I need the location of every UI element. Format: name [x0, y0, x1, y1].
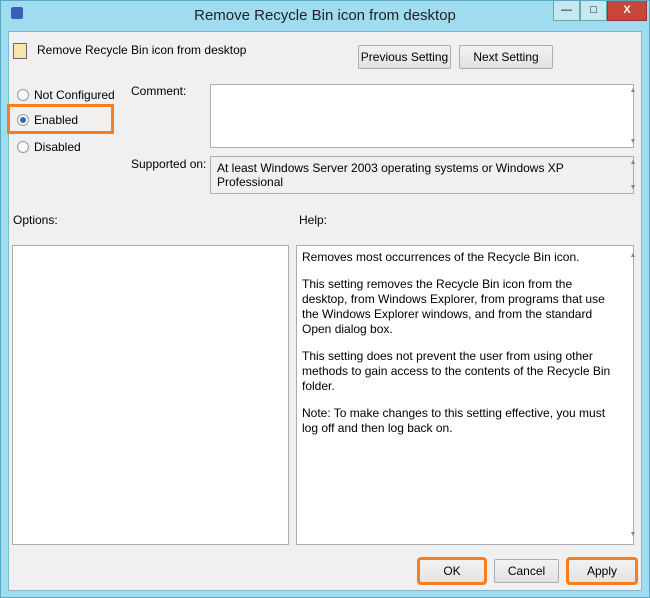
help-paragraph: Removes most occurrences of the Recycle … — [302, 250, 580, 264]
help-label: Help: — [299, 213, 328, 227]
next-setting-button[interactable]: Next Setting — [459, 45, 553, 69]
help-paragraph: This setting does not prevent the user f… — [302, 349, 611, 393]
setting-name: Remove Recycle Bin icon from desktop — [37, 43, 247, 57]
cancel-button[interactable]: Cancel — [494, 559, 559, 583]
options-label: Options: — [13, 213, 58, 227]
scroll-down-icon[interactable]: ▼ — [628, 527, 638, 542]
supported-on-value: At least Windows Server 2003 operating s… — [217, 161, 564, 189]
help-scrollbar[interactable]: ▲ ▼ — [623, 246, 637, 544]
radio-label: Not Configured — [34, 88, 115, 102]
ok-button[interactable]: OK — [417, 557, 487, 585]
supported-scrollbar[interactable]: ▲ ▼ — [623, 157, 637, 193]
radio-label: Disabled — [34, 140, 81, 154]
scroll-up-icon[interactable]: ▲ — [628, 159, 638, 166]
options-panel — [12, 245, 289, 545]
help-paragraph: This setting removes the Recycle Bin ico… — [302, 277, 605, 336]
comment-textarea[interactable]: ▲ ▼ — [210, 84, 637, 148]
radio-label: Enabled — [34, 113, 79, 127]
comment-scrollbar[interactable]: ▲ ▼ — [623, 85, 637, 147]
radio-disabled[interactable]: Disabled — [17, 140, 81, 154]
radio-circle[interactable] — [17, 89, 29, 101]
scroll-up-icon[interactable]: ▲ — [628, 248, 638, 263]
minimize-button[interactable]: — — [553, 1, 580, 21]
comment-label: Comment: — [131, 84, 187, 98]
radio-enabled[interactable]: Enabled — [17, 113, 78, 127]
radio-not-configured[interactable]: Not Configured — [17, 88, 115, 102]
scroll-up-icon[interactable]: ▲ — [628, 87, 638, 94]
close-button[interactable]: X — [607, 1, 647, 21]
dialog-body: Remove Recycle Bin icon from desktop Pre… — [7, 31, 642, 591]
help-paragraph: Note: To make changes to this setting ef… — [302, 406, 606, 435]
window-title: Remove Recycle Bin icon from desktop — [194, 7, 456, 24]
help-panel: Removes most occurrences of the Recycle … — [296, 245, 637, 545]
apply-button[interactable]: Apply — [566, 557, 638, 585]
radio-circle[interactable] — [17, 114, 29, 126]
scroll-down-icon[interactable]: ▼ — [628, 184, 638, 191]
supported-on-label: Supported on: — [131, 157, 207, 171]
policy-setting-icon — [13, 43, 27, 59]
previous-setting-button[interactable]: Previous Setting — [358, 45, 451, 69]
radio-circle[interactable] — [17, 141, 29, 153]
scroll-down-icon[interactable]: ▼ — [628, 138, 638, 145]
title-bar[interactable]: Remove Recycle Bin icon from desktop — □… — [1, 1, 649, 31]
supported-on-field: At least Windows Server 2003 operating s… — [210, 156, 637, 194]
dialog-window: Remove Recycle Bin icon from desktop — □… — [0, 0, 650, 598]
maximize-button[interactable]: □ — [580, 1, 607, 21]
